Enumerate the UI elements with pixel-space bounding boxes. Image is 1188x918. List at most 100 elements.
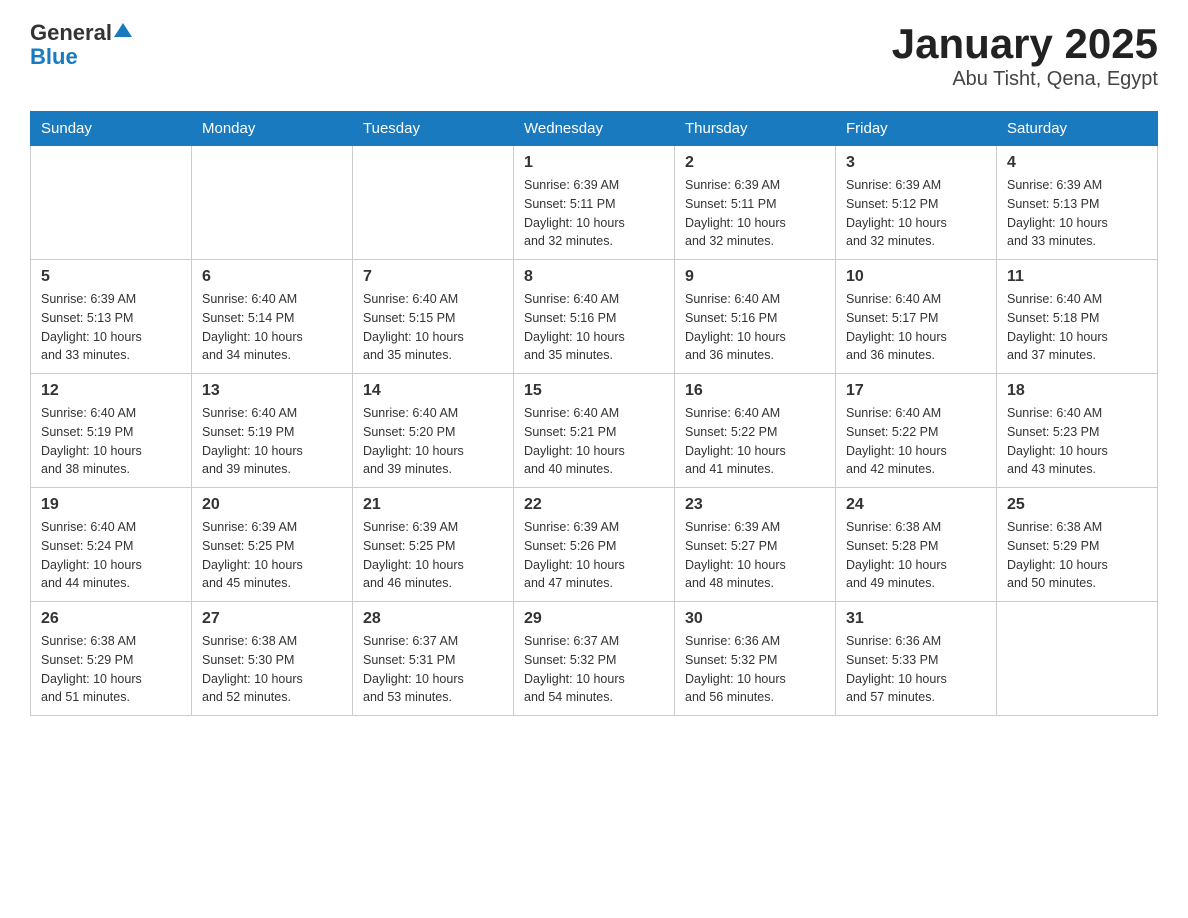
- calendar-day-cell: 12Sunrise: 6:40 AMSunset: 5:19 PMDayligh…: [31, 374, 192, 488]
- day-info: Sunrise: 6:39 AMSunset: 5:12 PMDaylight:…: [846, 176, 986, 251]
- weekday-header-tuesday: Tuesday: [353, 112, 514, 146]
- logo: General Blue: [30, 20, 132, 70]
- calendar-day-cell: 20 Sunrise: 6:39 AMSunset: 5:25 PMDayligh…: [192, 488, 353, 602]
- calendar-day-cell: 21 Sunrise: 6:39 AMSunset: 5:25 PMDayligh…: [353, 488, 514, 602]
- day-info: Sunrise: 6:40 AMSunset: 5:17 PMDaylight:…: [846, 290, 986, 365]
- calendar-day-cell: 2 Sunrise: 6:39 AMSunset: 5:11 PMDaylight…: [675, 146, 836, 260]
- day-number: 24: [846, 496, 986, 514]
- day-number: 25: [1007, 496, 1147, 514]
- title-section: January 2025 Abu Tisht, Qena, Egypt: [892, 20, 1158, 91]
- day-number: 15: [524, 382, 664, 400]
- calendar-day-cell: 27 Sunrise: 6:38 AMSunset: 5:30 PMDayligh…: [192, 602, 353, 716]
- day-number: 18: [1007, 382, 1147, 400]
- calendar-day-cell: 9Sunrise: 6:40 AMSunset: 5:16 PMDaylight…: [675, 260, 836, 374]
- calendar-header-row: SundayMondayTuesdayWednesdayThursdayFrid…: [31, 112, 1158, 146]
- day-info: Sunrise: 6:39 AMSunset: 5:27 PMDaylight:…: [685, 518, 825, 593]
- day-info: Sunrise: 6:36 AMSunset: 5:33 PMDaylight:…: [846, 632, 986, 707]
- day-number: 5: [41, 268, 181, 286]
- calendar-day-cell: [31, 146, 192, 260]
- logo-triangle-icon: [114, 21, 132, 39]
- day-number: 19: [41, 496, 181, 514]
- day-number: 26: [41, 610, 181, 628]
- calendar-day-cell: 22 Sunrise: 6:39 AMSunset: 5:26 PMDayligh…: [514, 488, 675, 602]
- day-info: Sunrise: 6:39 AMSunset: 5:13 PMDaylight:…: [1007, 176, 1147, 251]
- day-number: 2: [685, 154, 825, 172]
- day-info: Sunrise: 6:40 AMSunset: 5:20 PMDaylight:…: [363, 404, 503, 479]
- weekday-header-wednesday: Wednesday: [514, 112, 675, 146]
- day-info: Sunrise: 6:40 AMSunset: 5:15 PMDaylight:…: [363, 290, 503, 365]
- day-info: Sunrise: 6:38 AMSunset: 5:29 PMDaylight:…: [1007, 518, 1147, 593]
- calendar-day-cell: 16Sunrise: 6:40 AMSunset: 5:22 PMDayligh…: [675, 374, 836, 488]
- calendar-day-cell: 24 Sunrise: 6:38 AMSunset: 5:28 PMDayligh…: [836, 488, 997, 602]
- day-number: 22: [524, 496, 664, 514]
- day-number: 30: [685, 610, 825, 628]
- day-info: Sunrise: 6:39 AMSunset: 5:11 PMDaylight:…: [685, 176, 825, 251]
- calendar-day-cell: 8 Sunrise: 6:40 AMSunset: 5:16 PMDaylight…: [514, 260, 675, 374]
- calendar-day-cell: 10 Sunrise: 6:40 AMSunset: 5:17 PMDayligh…: [836, 260, 997, 374]
- calendar-day-cell: 28 Sunrise: 6:37 AMSunset: 5:31 PMDayligh…: [353, 602, 514, 716]
- page-header: General Blue January 2025 Abu Tisht, Qen…: [30, 20, 1158, 91]
- day-number: 13: [202, 382, 342, 400]
- calendar-day-cell: 18 Sunrise: 6:40 AMSunset: 5:23 PMDayligh…: [997, 374, 1158, 488]
- day-number: 23: [685, 496, 825, 514]
- calendar-day-cell: 29 Sunrise: 6:37 AMSunset: 5:32 PMDayligh…: [514, 602, 675, 716]
- calendar-week-row: 12Sunrise: 6:40 AMSunset: 5:19 PMDayligh…: [31, 374, 1158, 488]
- day-number: 8: [524, 268, 664, 286]
- day-number: 11: [1007, 268, 1147, 286]
- day-info: Sunrise: 6:37 AMSunset: 5:32 PMDaylight:…: [524, 632, 664, 707]
- calendar-day-cell: 4 Sunrise: 6:39 AMSunset: 5:13 PMDaylight…: [997, 146, 1158, 260]
- day-number: 20: [202, 496, 342, 514]
- day-info: Sunrise: 6:40 AMSunset: 5:22 PMDaylight:…: [685, 404, 825, 479]
- day-number: 31: [846, 610, 986, 628]
- calendar-day-cell: 3 Sunrise: 6:39 AMSunset: 5:12 PMDaylight…: [836, 146, 997, 260]
- calendar-day-cell: 15Sunrise: 6:40 AMSunset: 5:21 PMDayligh…: [514, 374, 675, 488]
- weekday-header-saturday: Saturday: [997, 112, 1158, 146]
- day-number: 28: [363, 610, 503, 628]
- day-info: Sunrise: 6:38 AMSunset: 5:28 PMDaylight:…: [846, 518, 986, 593]
- day-info: Sunrise: 6:39 AMSunset: 5:13 PMDaylight:…: [41, 290, 181, 365]
- calendar-day-cell: 7 Sunrise: 6:40 AMSunset: 5:15 PMDaylight…: [353, 260, 514, 374]
- day-number: 1: [524, 154, 664, 172]
- calendar-day-cell: 23 Sunrise: 6:39 AMSunset: 5:27 PMDayligh…: [675, 488, 836, 602]
- day-info: Sunrise: 6:39 AMSunset: 5:25 PMDaylight:…: [363, 518, 503, 593]
- weekday-header-sunday: Sunday: [31, 112, 192, 146]
- calendar-day-cell: 17Sunrise: 6:40 AMSunset: 5:22 PMDayligh…: [836, 374, 997, 488]
- day-info: Sunrise: 6:40 AMSunset: 5:18 PMDaylight:…: [1007, 290, 1147, 365]
- day-info: Sunrise: 6:40 AMSunset: 5:19 PMDaylight:…: [202, 404, 342, 479]
- calendar-day-cell: 26 Sunrise: 6:38 AMSunset: 5:29 PMDayligh…: [31, 602, 192, 716]
- weekday-header-thursday: Thursday: [675, 112, 836, 146]
- day-info: Sunrise: 6:39 AMSunset: 5:25 PMDaylight:…: [202, 518, 342, 593]
- day-number: 6: [202, 268, 342, 286]
- calendar-day-cell: 14 Sunrise: 6:40 AMSunset: 5:20 PMDayligh…: [353, 374, 514, 488]
- month-title: January 2025: [892, 20, 1158, 68]
- weekday-header-monday: Monday: [192, 112, 353, 146]
- day-number: 9: [685, 268, 825, 286]
- day-number: 14: [363, 382, 503, 400]
- calendar-week-row: 1 Sunrise: 6:39 AMSunset: 5:11 PMDaylight…: [31, 146, 1158, 260]
- calendar-day-cell: 5 Sunrise: 6:39 AMSunset: 5:13 PMDaylight…: [31, 260, 192, 374]
- day-number: 4: [1007, 154, 1147, 172]
- day-info: Sunrise: 6:40 AMSunset: 5:16 PMDaylight:…: [524, 290, 664, 365]
- day-number: 21: [363, 496, 503, 514]
- day-info: Sunrise: 6:40 AMSunset: 5:14 PMDaylight:…: [202, 290, 342, 365]
- calendar-day-cell: 13 Sunrise: 6:40 AMSunset: 5:19 PMDayligh…: [192, 374, 353, 488]
- day-info: Sunrise: 6:39 AMSunset: 5:26 PMDaylight:…: [524, 518, 664, 593]
- day-number: 27: [202, 610, 342, 628]
- calendar-day-cell: 19 Sunrise: 6:40 AMSunset: 5:24 PMDayligh…: [31, 488, 192, 602]
- day-info: Sunrise: 6:36 AMSunset: 5:32 PMDaylight:…: [685, 632, 825, 707]
- day-number: 29: [524, 610, 664, 628]
- calendar-day-cell: 11 Sunrise: 6:40 AMSunset: 5:18 PMDayligh…: [997, 260, 1158, 374]
- day-info: Sunrise: 6:37 AMSunset: 5:31 PMDaylight:…: [363, 632, 503, 707]
- calendar-day-cell: 1Sunrise: 6:39 AMSunset: 5:11 PMDaylight…: [514, 146, 675, 260]
- day-number: 7: [363, 268, 503, 286]
- location: Abu Tisht, Qena, Egypt: [892, 68, 1158, 91]
- day-number: 10: [846, 268, 986, 286]
- calendar-day-cell: [192, 146, 353, 260]
- day-info: Sunrise: 6:40 AMSunset: 5:24 PMDaylight:…: [41, 518, 181, 593]
- day-info: Sunrise: 6:40 AMSunset: 5:22 PMDaylight:…: [846, 404, 986, 479]
- day-info: Sunrise: 6:38 AMSunset: 5:30 PMDaylight:…: [202, 632, 342, 707]
- calendar-day-cell: 31 Sunrise: 6:36 AMSunset: 5:33 PMDayligh…: [836, 602, 997, 716]
- day-info: Sunrise: 6:38 AMSunset: 5:29 PMDaylight:…: [41, 632, 181, 707]
- day-info: Sunrise: 6:40 AMSunset: 5:23 PMDaylight:…: [1007, 404, 1147, 479]
- day-number: 3: [846, 154, 986, 172]
